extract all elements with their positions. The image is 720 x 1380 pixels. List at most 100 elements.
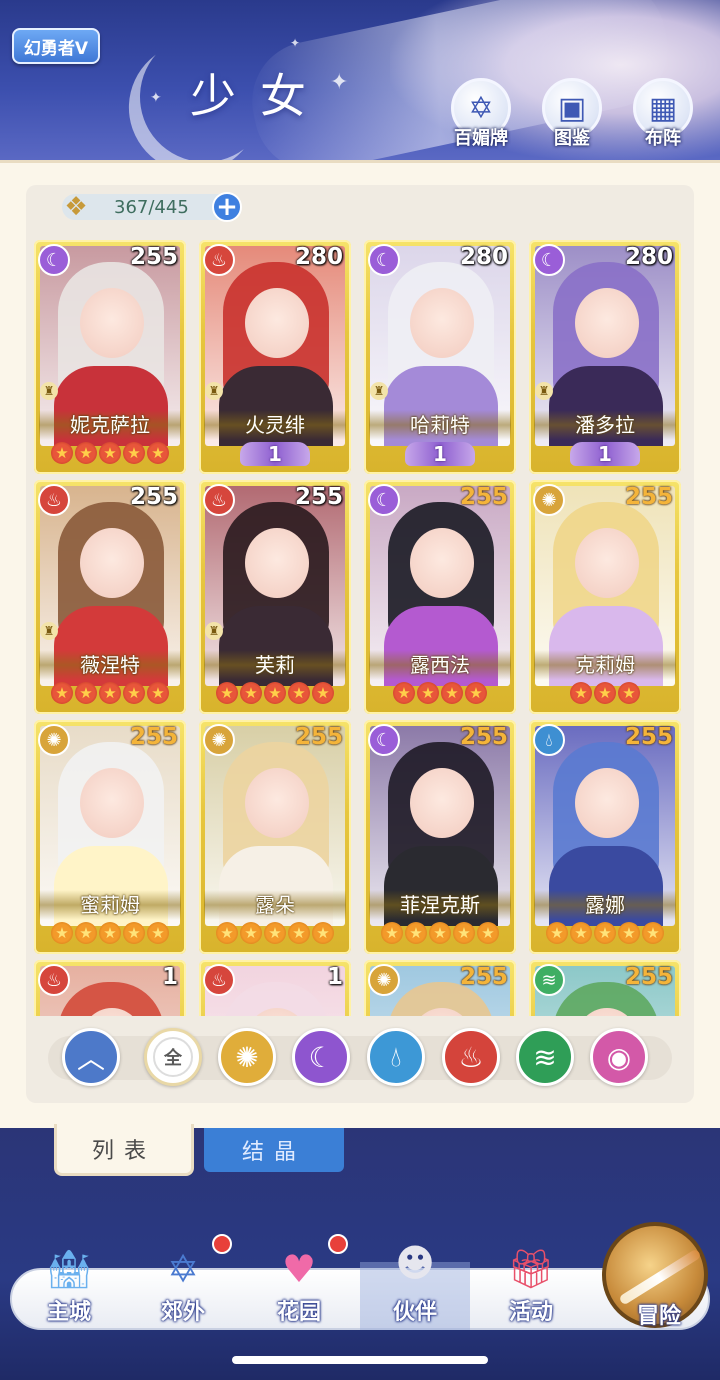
water-element-icon: 💧︎ [533, 724, 565, 756]
up-arrow-icon[interactable]: ︿ [62, 1028, 120, 1086]
star-icon: ✦ [330, 70, 349, 95]
star-icon: ★ [51, 442, 73, 464]
nav-garden-label: 花园 [276, 1300, 321, 1325]
card-level: 1 [161, 964, 178, 990]
tab-list[interactable]: 列表 [54, 1124, 194, 1176]
rook-icon: ♜ [205, 622, 223, 640]
card-name: 露娜 [534, 890, 676, 920]
card-level: 1 [326, 964, 343, 990]
filter-track [48, 1036, 672, 1080]
water-drop-icon[interactable]: 💧︎ [367, 1028, 425, 1086]
card-name: 露朵 [204, 890, 346, 920]
star-rating: ★ ★ ★ [534, 682, 676, 706]
card-level: 255 [459, 964, 508, 990]
moon-element-icon: ☾ [368, 724, 400, 756]
companion-card[interactable]: ☾ 280 ♜ 潘多拉 1 [529, 240, 681, 474]
card-level: 280 [294, 244, 343, 270]
nav-main-city-label: 主城 [46, 1300, 91, 1325]
sun-element-icon: ✺ [368, 964, 400, 996]
portrait-face [410, 528, 474, 598]
sun-icon[interactable]: ✺ [218, 1028, 276, 1086]
inventory-counter: ❖ 367/445 + [54, 190, 244, 224]
add-capacity-button[interactable]: + [212, 192, 242, 222]
card-level: 255 [459, 724, 508, 750]
card-name: 蜜莉姆 [39, 890, 181, 920]
card-grid[interactable]: ☾ 255 ♜ 妮克萨拉 ★ ★ ★ ★ ★ ♨ 280 ♜ 火灵绯 1 ☾ 280 ♜ 哈莉特 1 ☾ 280 ♜ 潘多拉… [34, 240, 686, 1016]
card-name: 菲涅克斯 [369, 890, 511, 920]
castle-icon: 🏰︎ [44, 1246, 94, 1291]
nav-adventure-button[interactable]: 冒险 [602, 1222, 708, 1329]
nav-companions[interactable]: ☻ 伙伴 [360, 1241, 470, 1330]
formation-button[interactable]: ▦ 布阵 [628, 78, 698, 152]
nav-events[interactable]: 🎁︎ 活动 [476, 1230, 586, 1330]
card-deck-button[interactable]: ✡ 百媚牌 [446, 78, 516, 152]
filter-all-button[interactable]: 全 [144, 1028, 202, 1086]
star-icon: ★ [99, 682, 121, 704]
notification-dot [212, 1234, 232, 1254]
nav-outskirts-label: 郊外 [160, 1300, 205, 1325]
gold-bag-icon: ❖ [64, 192, 88, 222]
star-icon: ★ [417, 682, 439, 704]
nav-adventure-label: 冒险 [636, 1304, 681, 1329]
star-icon: ★ [51, 922, 73, 944]
moon-element-icon: ☾ [38, 244, 70, 276]
portrait-face [410, 288, 474, 358]
companion-card[interactable]: ♨ 255 ♜ 薇涅特 ★ ★ ★ ★ ★ [34, 480, 186, 714]
nav-garden[interactable]: ♥ 花园 [244, 1230, 354, 1330]
companion-card[interactable]: ✺ 255 [364, 960, 516, 1016]
rook-icon: ♜ [40, 382, 58, 400]
star-icon: ★ [123, 682, 145, 704]
card-level: 255 [459, 484, 508, 510]
card-level: 255 [294, 724, 343, 750]
portrait-face [245, 768, 309, 838]
companion-card[interactable]: ♨ 280 ♜ 火灵绯 1 [199, 240, 351, 474]
companion-card[interactable]: ♨ 1 [34, 960, 186, 1016]
nav-main-city[interactable]: 🏰︎ 主城 [14, 1230, 124, 1330]
companion-card[interactable]: ✺ 255 露朵 ★ ★ ★ ★ ★ [199, 720, 351, 954]
star-icon: ★ [429, 922, 451, 944]
companion-card[interactable]: 💧︎ 255 露娜 ★ ★ ★ ★ ★ [529, 720, 681, 954]
sun-element-icon: ✺ [533, 484, 565, 516]
companion-card[interactable]: ☾ 255 ♜ 妮克萨拉 ★ ★ ★ ★ ★ [34, 240, 186, 474]
tab-crystal[interactable]: 结晶 [204, 1128, 344, 1172]
star-rating: ★ ★ ★ ★ ★ [39, 682, 181, 706]
awaken-wing-badge: 1 [405, 442, 475, 466]
nav-outskirts[interactable]: ✡ 郊外 [128, 1230, 238, 1330]
collection-button[interactable]: ▣ 图鉴 [537, 78, 607, 152]
card-name: 芙莉 [204, 650, 346, 680]
companion-card[interactable]: ☾ 280 ♜ 哈莉特 1 [364, 240, 516, 474]
fire-icon[interactable]: ♨ [442, 1028, 500, 1086]
star-icon: ★ [405, 922, 427, 944]
fire-element-icon: ♨ [203, 484, 235, 516]
card-name: 妮克萨拉 [39, 410, 181, 440]
star-icon: ★ [264, 922, 286, 944]
home-indicator[interactable] [232, 1356, 488, 1364]
companion-card[interactable]: ♨ 255 ♜ 芙莉 ★ ★ ★ ★ ★ [199, 480, 351, 714]
companion-card[interactable]: ♨ 1 [199, 960, 351, 1016]
moon-element-icon: ☾ [368, 484, 400, 516]
star-icon: ★ [393, 682, 415, 704]
star-icon: ★ [75, 442, 97, 464]
sun-element-icon: ✺ [203, 724, 235, 756]
portrait-face [245, 528, 309, 598]
star-icon: ★ [312, 922, 334, 944]
moon-element-icon: ☾ [368, 244, 400, 276]
star-icon: ★ [99, 922, 121, 944]
star-icon: ★ [75, 922, 97, 944]
companion-card[interactable]: ☾ 255 菲涅克斯 ★ ★ ★ ★ ★ [364, 720, 516, 954]
companion-card[interactable]: ✺ 255 蜜莉姆 ★ ★ ★ ★ ★ [34, 720, 186, 954]
card-name: 哈莉特 [369, 410, 511, 440]
companion-card[interactable]: ✺ 255 克莉姆 ★ ★ ★ [529, 480, 681, 714]
orb-icon[interactable]: ◉ [590, 1028, 648, 1086]
companion-card[interactable]: ≋ 255 [529, 960, 681, 1016]
wind-icon[interactable]: ≋ [516, 1028, 574, 1086]
companion-card[interactable]: ☾ 255 露西法 ★ ★ ★ ★ [364, 480, 516, 714]
moon-icon[interactable]: ☾ [292, 1028, 350, 1086]
player-title-badge[interactable]: 幻勇者V [12, 28, 100, 64]
card-level: 255 [624, 484, 673, 510]
moon-element-icon: ☾ [533, 244, 565, 276]
fire-element-icon: ♨ [38, 484, 70, 516]
star-icon: ★ [240, 682, 262, 704]
star-icon: ★ [453, 922, 475, 944]
star-icon: ★ [216, 922, 238, 944]
